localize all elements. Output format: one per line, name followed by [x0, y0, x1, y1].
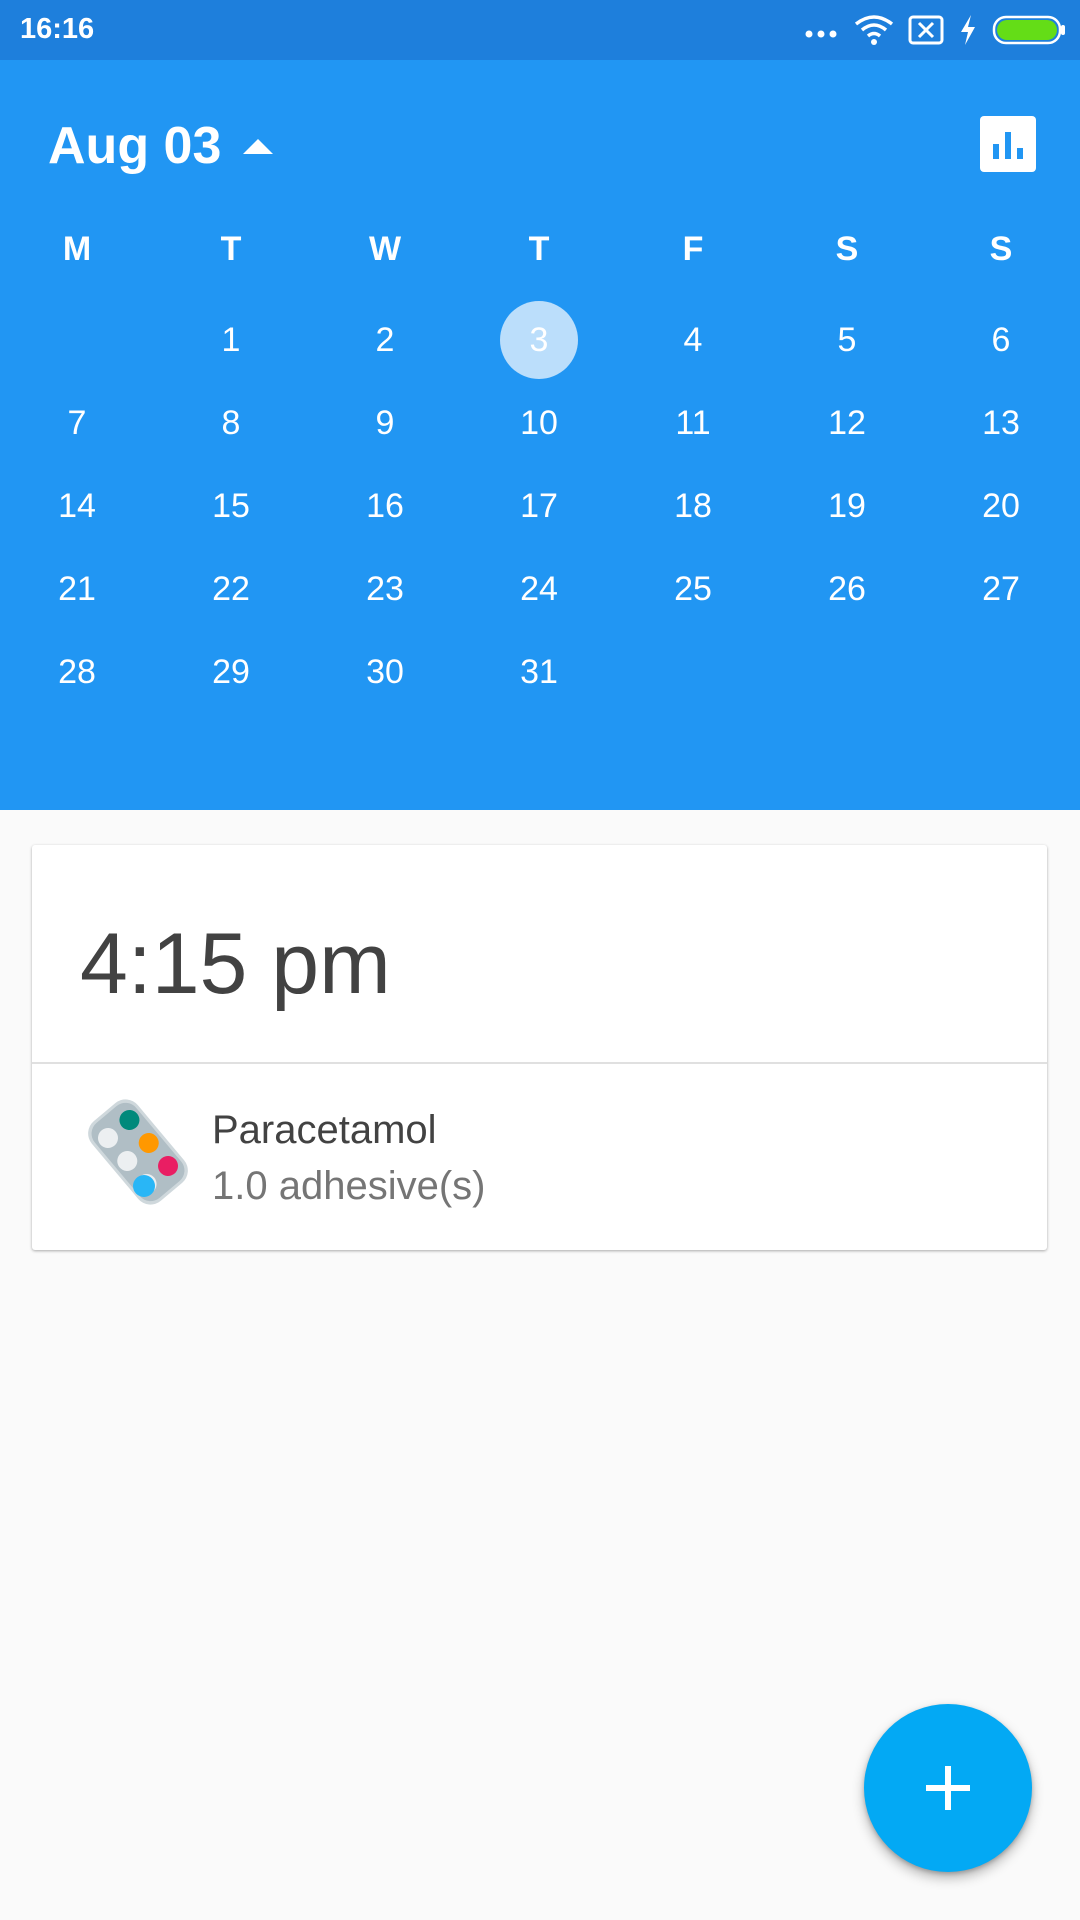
calendar-day-number: 2 [375, 320, 395, 359]
calendar-day-number: 20 [982, 486, 1020, 525]
calendar-day[interactable]: 7 [0, 383, 154, 463]
calendar-day-number: 12 [828, 403, 866, 442]
calendar-day-number: 7 [67, 403, 87, 442]
calendar-day-number: 6 [991, 320, 1011, 359]
wifi-icon [854, 15, 894, 45]
schedule-card[interactable]: 4:15 pm Paracetamol 1.0 adhesive(s) [32, 845, 1047, 1250]
calendar-day[interactable]: 11 [616, 383, 770, 463]
plus-icon [926, 1766, 970, 1810]
calendar-day-number: 30 [366, 652, 404, 691]
weekday-label: S [835, 230, 859, 268]
status-bar: 16:16 [0, 0, 1080, 60]
weekday-label: T [220, 230, 242, 268]
calendar-day-number: 19 [828, 486, 866, 525]
statistics-button[interactable] [980, 116, 1036, 172]
calendar-day[interactable]: 21 [0, 549, 154, 629]
calendar-day[interactable]: 9 [308, 383, 462, 463]
calendar-day-number: 29 [212, 652, 250, 691]
calendar-day-number: 16 [366, 486, 404, 525]
calendar-day-number: 15 [212, 486, 250, 525]
calendar-header: Aug 03 M T W T F S S 1 2 3 4 5 6 7 8 9 10 11 12 13 14… [0, 60, 1080, 810]
more-dots-icon [805, 30, 837, 38]
calendar-day-number: 3 [529, 320, 549, 359]
calendar-day-number: 25 [674, 569, 712, 608]
calendar-day[interactable]: 14 [0, 466, 154, 546]
calendar-day[interactable]: 29 [154, 632, 308, 712]
calendar-day[interactable]: 27 [924, 549, 1078, 629]
battery-icon [992, 15, 1065, 45]
status-icons [804, 10, 1066, 50]
status-time: 16:16 [20, 13, 95, 45]
calendar-day-number: 18 [674, 486, 712, 525]
calendar-day-number: 11 [675, 403, 711, 442]
calendar-day[interactable]: 13 [924, 383, 1078, 463]
calendar-day-number: 9 [375, 403, 395, 442]
caret-up-icon [243, 138, 274, 154]
calendar-day-number: 17 [520, 486, 558, 525]
weekday-label: W [368, 230, 402, 268]
dose-time: 4:15 pm [80, 916, 391, 1012]
calendar-day-number: 24 [520, 569, 558, 608]
weekday-header-row: M T W T F S S [0, 230, 1080, 280]
calendar-day[interactable]: 31 [462, 632, 616, 712]
month-label: Aug 03 [48, 117, 222, 175]
calendar-day-number: 23 [366, 569, 404, 608]
calendar-day[interactable]: 10 [462, 383, 616, 463]
calendar-day[interactable]: 6 [924, 300, 1078, 380]
calendar-day[interactable]: 2 [308, 300, 462, 380]
bar-chart-icon [993, 132, 1023, 159]
calendar-day-number: 28 [58, 652, 96, 691]
calendar-day[interactable]: 17 [462, 466, 616, 546]
calendar-day[interactable]: 15 [154, 466, 308, 546]
calendar-day[interactable]: 25 [616, 549, 770, 629]
calendar-day-selected[interactable]: 3 [462, 300, 616, 380]
calendar-day-number: 27 [982, 569, 1020, 608]
charging-bolt-icon [961, 15, 975, 45]
calendar-day-number: 10 [520, 403, 558, 442]
weekday-label: F [682, 230, 704, 268]
calendar-day-number: 31 [520, 652, 558, 691]
calendar-day[interactable]: 23 [308, 549, 462, 629]
calendar-day[interactable]: 26 [770, 549, 924, 629]
calendar-day-number: 4 [683, 320, 703, 359]
calendar-day[interactable]: 28 [0, 632, 154, 712]
calendar-day-number: 26 [828, 569, 866, 608]
calendar-day[interactable]: 8 [154, 383, 308, 463]
calendar-day[interactable]: 18 [616, 466, 770, 546]
calendar-day[interactable]: 12 [770, 383, 924, 463]
calendar-day[interactable]: 30 [308, 632, 462, 712]
calendar-day-number: 21 [58, 569, 96, 608]
calendar-day[interactable]: 4 [616, 300, 770, 380]
calendar-day[interactable]: 24 [462, 549, 616, 629]
weekday-label: M [62, 230, 92, 268]
calendar-day[interactable]: 22 [154, 549, 308, 629]
calendar-day[interactable]: 20 [924, 466, 1078, 546]
calendar-day-number: 14 [58, 486, 96, 525]
sim-blocked-icon [908, 15, 944, 45]
calendar-day-number: 8 [221, 403, 241, 442]
calendar-day-number: 5 [837, 320, 857, 359]
medication-dose: 1.0 adhesive(s) [212, 1164, 486, 1208]
calendar-day[interactable]: 1 [154, 300, 308, 380]
medication-name: Paracetamol [212, 1108, 437, 1152]
calendar-day-number: 22 [212, 569, 250, 608]
weekday-label: S [989, 230, 1013, 268]
medication-item[interactable]: Paracetamol 1.0 adhesive(s) [32, 1064, 1047, 1250]
add-button[interactable] [864, 1704, 1032, 1872]
calendar-day-number: 1 [221, 320, 241, 359]
calendar-day[interactable]: 19 [770, 466, 924, 546]
pill-blister-icon [88, 1099, 188, 1205]
calendar-day[interactable]: 5 [770, 300, 924, 380]
month-selector[interactable]: Aug 03 [48, 116, 274, 176]
calendar-day-number: 13 [982, 403, 1020, 442]
calendar-day[interactable]: 16 [308, 466, 462, 546]
weekday-label: T [528, 230, 550, 268]
